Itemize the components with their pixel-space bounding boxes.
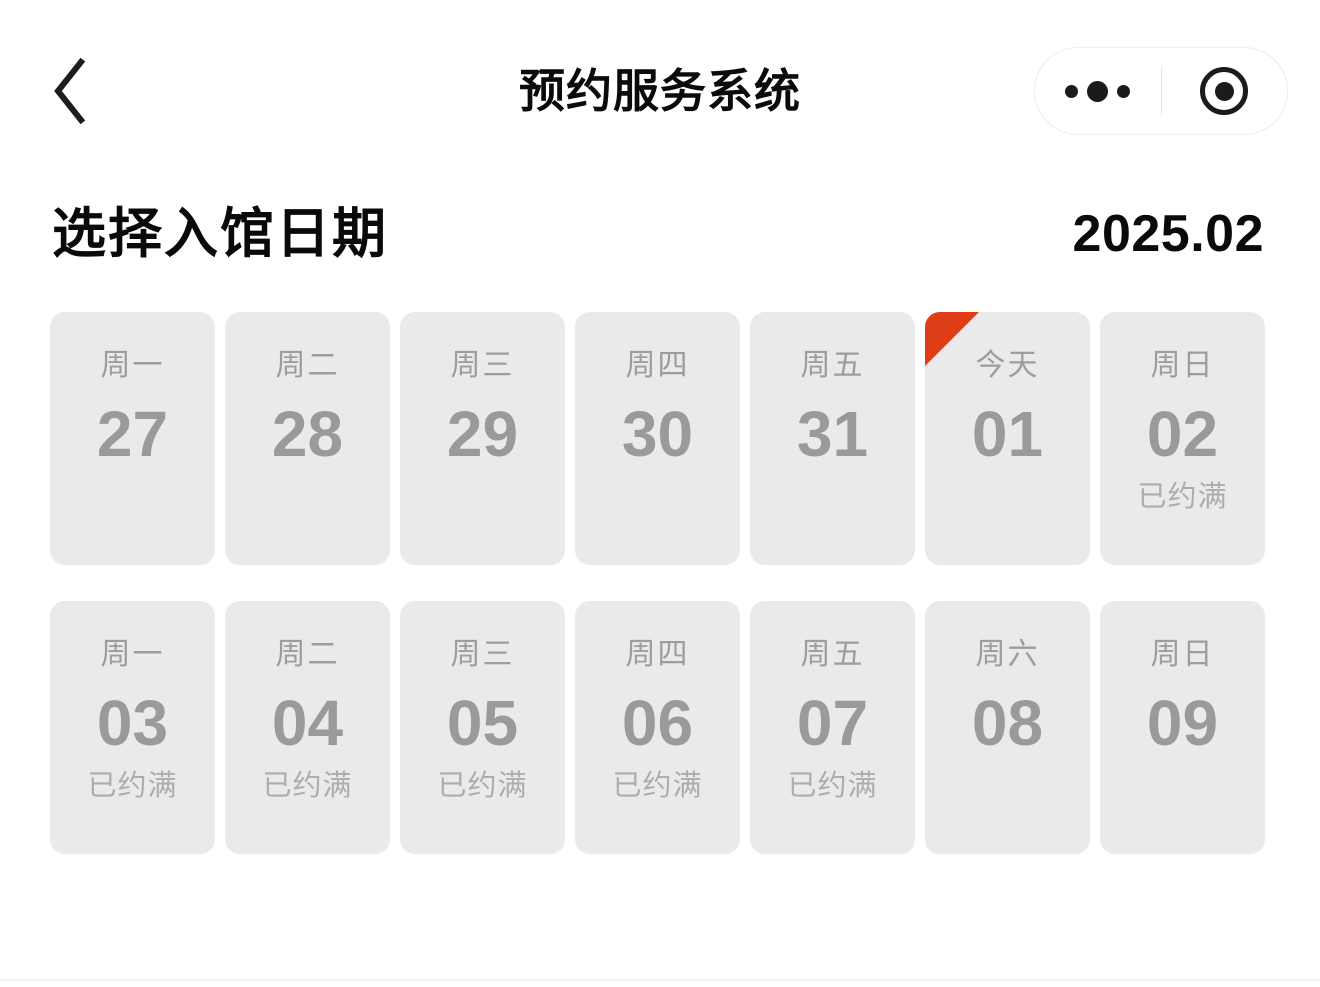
- current-month-label: 2025.02: [1072, 205, 1264, 263]
- date-card-day-number: 04: [271, 687, 344, 759]
- bottom-divider: [0, 979, 1320, 981]
- date-card-day-number: 01: [971, 398, 1044, 470]
- calendar-row: 周一 27 周二 28 周三 29 周四 30 周五 31 今天 01 周日 02 已约满: [50, 312, 1270, 565]
- date-card-day-number: 31: [796, 398, 869, 470]
- date-card-01[interactable]: 今天 01: [925, 312, 1090, 565]
- date-card-02[interactable]: 周日 02 已约满: [1100, 312, 1265, 565]
- date-card-04[interactable]: 周二 04 已约满: [225, 601, 390, 854]
- date-card-day-number: 27: [96, 398, 169, 470]
- date-card-03[interactable]: 周一 03 已约满: [50, 601, 215, 854]
- date-card-day-number: 28: [271, 398, 344, 470]
- date-card-status-badge: 已约满: [87, 770, 178, 802]
- navigation-bar: 预约服务系统: [0, 0, 1320, 180]
- date-card-status-badge: 已约满: [612, 770, 703, 802]
- date-card-weekday: 今天: [975, 349, 1040, 382]
- select-date-heading: 选择入馆日期: [52, 204, 388, 264]
- date-card-09[interactable]: 周日 09: [1100, 601, 1265, 854]
- wechat-capsule-bar: [1034, 47, 1288, 135]
- date-card-status-badge: 已约满: [262, 770, 353, 802]
- date-card-day-number: 29: [446, 398, 519, 470]
- date-picker-grid: 周一 27 周二 28 周三 29 周四 30 周五 31 今天 01 周日 02 已约满 周一 03 已约满周…: [0, 288, 1320, 854]
- date-card-weekday: 周一: [100, 349, 165, 382]
- date-card-05[interactable]: 周三 05 已约满: [400, 601, 565, 854]
- date-card-weekday: 周四: [625, 349, 690, 382]
- date-card-weekday: 周三: [450, 638, 515, 671]
- date-card-weekday: 周日: [1150, 638, 1215, 671]
- date-card-weekday: 周日: [1150, 349, 1215, 382]
- date-card-day-number: 08: [971, 687, 1044, 759]
- date-card-weekday: 周五: [800, 638, 865, 671]
- date-card-06[interactable]: 周四 06 已约满: [575, 601, 740, 854]
- app-screen: 预约服务系统 选择入馆日期 2025.02 周一 27 周二 28 周三 29 周四 30 周五…: [0, 0, 1320, 987]
- date-card-day-number: 09: [1146, 687, 1219, 759]
- date-card-weekday: 周四: [625, 638, 690, 671]
- more-dots-icon: [1065, 80, 1131, 102]
- date-card-day-number: 03: [96, 687, 169, 759]
- date-card-weekday: 周六: [975, 638, 1040, 671]
- date-card-status-badge: 已约满: [1137, 481, 1228, 513]
- calendar-row: 周一 03 已约满 周二 04 已约满 周三 05 已约满 周四 06 已约满 周五 07 已约满 周六 08 周…: [50, 601, 1270, 854]
- date-card-08[interactable]: 周六 08: [925, 601, 1090, 854]
- date-card-day-number: 02: [1146, 398, 1219, 470]
- date-card-day-number: 06: [621, 687, 694, 759]
- date-card-30[interactable]: 周四 30: [575, 312, 740, 565]
- date-card-status-badge: 已约满: [437, 770, 528, 802]
- date-card-27[interactable]: 周一 27: [50, 312, 215, 565]
- date-card-day-number: 05: [446, 687, 519, 759]
- close-miniprogram-button[interactable]: [1162, 48, 1288, 134]
- date-card-day-number: 07: [796, 687, 869, 759]
- date-card-weekday: 周三: [450, 349, 515, 382]
- date-card-weekday: 周五: [800, 349, 865, 382]
- date-card-29[interactable]: 周三 29: [400, 312, 565, 565]
- more-menu-button[interactable]: [1035, 48, 1161, 134]
- section-header: 选择入馆日期 2025.02: [0, 180, 1320, 288]
- target-circle-icon: [1200, 67, 1249, 115]
- date-card-31[interactable]: 周五 31: [750, 312, 915, 565]
- date-card-07[interactable]: 周五 07 已约满: [750, 601, 915, 854]
- date-card-status-badge: 已约满: [787, 770, 878, 802]
- date-card-weekday: 周二: [275, 638, 340, 671]
- date-card-weekday: 周二: [275, 349, 340, 382]
- today-corner-marker-icon: [925, 312, 979, 366]
- date-card-28[interactable]: 周二 28: [225, 312, 390, 565]
- date-card-weekday: 周一: [100, 638, 165, 671]
- date-card-day-number: 30: [621, 398, 694, 470]
